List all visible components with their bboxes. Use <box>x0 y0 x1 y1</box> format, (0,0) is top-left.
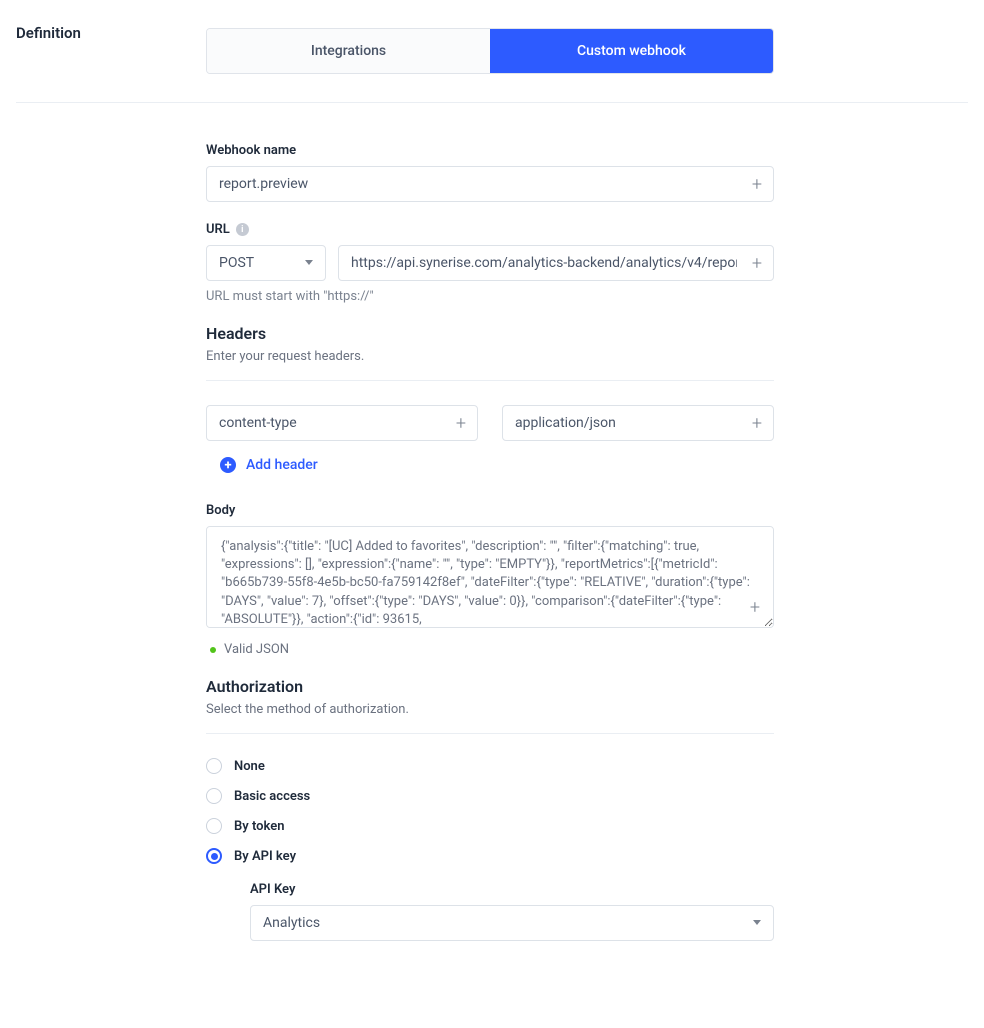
api-key-select[interactable]: Analytics <box>250 905 774 941</box>
radio-icon <box>206 818 222 834</box>
plus-icon[interactable]: + <box>746 598 764 616</box>
body-label: Body <box>206 503 774 518</box>
auth-title: Authorization <box>206 677 774 696</box>
tab-custom-webhook[interactable]: Custom webhook <box>490 29 773 73</box>
radio-icon <box>206 848 222 864</box>
url-label: URL i <box>206 222 774 237</box>
api-key-label: API Key <box>250 882 774 897</box>
auth-subtitle: Select the method of authorization. <box>206 702 774 717</box>
headers-subtitle: Enter your request headers. <box>206 349 774 364</box>
plus-icon[interactable]: + <box>748 254 766 272</box>
header-value-input[interactable] <box>502 405 774 441</box>
body-textarea[interactable] <box>206 526 774 628</box>
status-dot-icon <box>210 647 216 653</box>
chevron-down-icon <box>753 920 763 926</box>
method-select[interactable]: POST <box>206 245 326 281</box>
tab-integrations[interactable]: Integrations <box>207 29 490 73</box>
plus-icon[interactable]: + <box>748 175 766 193</box>
info-icon: i <box>236 223 249 236</box>
valid-json-indicator: Valid JSON <box>206 642 774 657</box>
url-helper-text: URL must start with "https://" <box>206 289 774 304</box>
divider <box>206 380 774 381</box>
auth-option-none[interactable]: None <box>206 758 774 774</box>
auth-option-token[interactable]: By token <box>206 818 774 834</box>
plus-circle-icon: + <box>220 457 236 473</box>
page-title: Definition <box>16 24 206 42</box>
auth-option-api-key[interactable]: By API key <box>206 848 774 864</box>
webhook-name-input[interactable] <box>206 166 774 202</box>
chevron-down-icon <box>305 260 315 266</box>
add-header-button[interactable]: + Add header <box>206 457 774 473</box>
plus-icon[interactable]: + <box>748 414 766 432</box>
plus-icon[interactable]: + <box>452 414 470 432</box>
radio-icon <box>206 758 222 774</box>
auth-option-basic[interactable]: Basic access <box>206 788 774 804</box>
headers-title: Headers <box>206 324 774 343</box>
header-key-input[interactable] <box>206 405 478 441</box>
tab-group: Integrations Custom webhook <box>206 28 774 74</box>
radio-icon <box>206 788 222 804</box>
webhook-name-label: Webhook name <box>206 143 774 158</box>
divider <box>206 733 774 734</box>
url-input[interactable] <box>338 245 774 281</box>
